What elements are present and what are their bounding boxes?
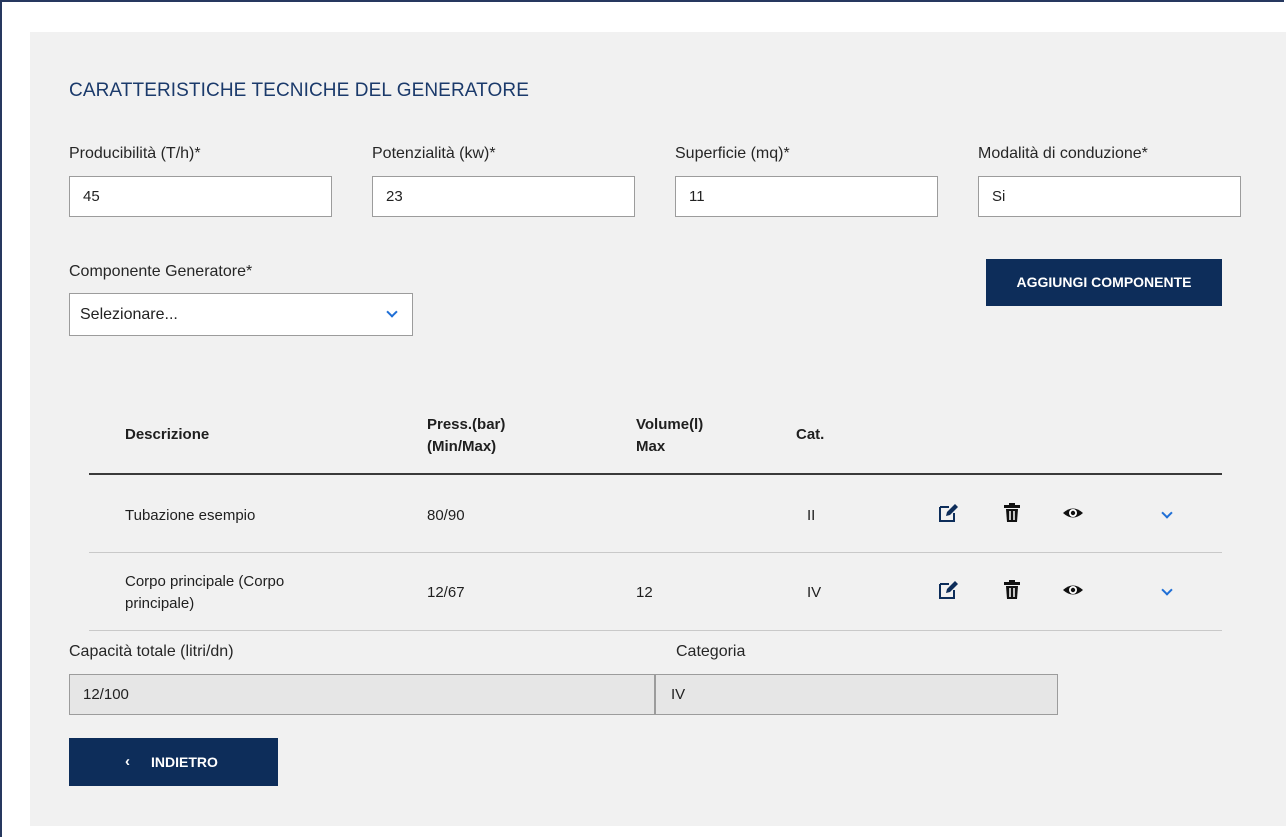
capacita-field: 12/100 — [69, 674, 655, 715]
row-divider — [89, 630, 1222, 631]
header-categoria: Cat. — [796, 426, 825, 443]
superficie-label: Superficie (mq)* — [675, 145, 790, 162]
row1-descrizione: Tubazione esempio — [125, 507, 256, 524]
row-divider — [89, 552, 1222, 553]
capacita-label: Capacità totale (litri/dn) — [69, 643, 234, 660]
row2-descrizione-2: principale) — [125, 595, 195, 612]
eye-icon[interactable] — [1062, 579, 1084, 601]
header-descrizione: Descrizione — [125, 426, 210, 443]
add-component-button[interactable]: AGGIUNGI COMPONENTE — [986, 259, 1222, 306]
row2-pressione: 12/67 — [427, 584, 465, 601]
table-header-divider — [89, 473, 1222, 475]
producibilita-input[interactable]: 45 — [69, 176, 332, 217]
header-pressione-1: Press.(bar) — [427, 416, 506, 433]
componente-select-value: Selezionare... — [80, 306, 178, 323]
section-title: CARATTERISTICHE TECNICHE DEL GENERATORE — [69, 80, 529, 101]
header-volume-2: Max — [636, 438, 666, 455]
row2-categoria: IV — [807, 584, 822, 601]
chevron-down-icon — [386, 306, 398, 318]
trash-icon[interactable] — [1001, 502, 1023, 524]
superficie-input[interactable]: 11 — [675, 176, 938, 217]
row2-volume: 12 — [636, 584, 653, 601]
chevron-left-icon: ‹ — [125, 753, 130, 770]
componente-label: Componente Generatore* — [69, 263, 253, 280]
row2-descrizione-1: Corpo principale (Corpo — [125, 573, 285, 590]
categoria-label: Categoria — [676, 643, 746, 660]
potenzialita-label: Potenzialità (kw)* — [372, 145, 496, 162]
row1-pressione: 80/90 — [427, 507, 465, 524]
edit-icon[interactable] — [937, 579, 959, 601]
back-button-label: INDIETRO — [151, 754, 218, 770]
categoria-field: IV — [655, 674, 1058, 715]
componente-select[interactable]: Selezionare... — [69, 293, 413, 336]
eye-icon[interactable] — [1062, 502, 1084, 524]
potenzialita-input[interactable]: 23 — [372, 176, 635, 217]
trash-icon[interactable] — [1001, 579, 1023, 601]
edit-icon[interactable] — [937, 502, 959, 524]
modalita-input[interactable]: Si — [978, 176, 1241, 217]
row1-categoria: II — [807, 507, 816, 524]
producibilita-label: Producibilità (T/h)* — [69, 145, 201, 162]
header-volume-1: Volume(l) — [636, 416, 704, 433]
back-button[interactable]: ‹ INDIETRO — [69, 738, 278, 786]
modalita-label: Modalità di conduzione* — [978, 145, 1148, 162]
header-pressione-2: (Min/Max) — [427, 438, 497, 455]
